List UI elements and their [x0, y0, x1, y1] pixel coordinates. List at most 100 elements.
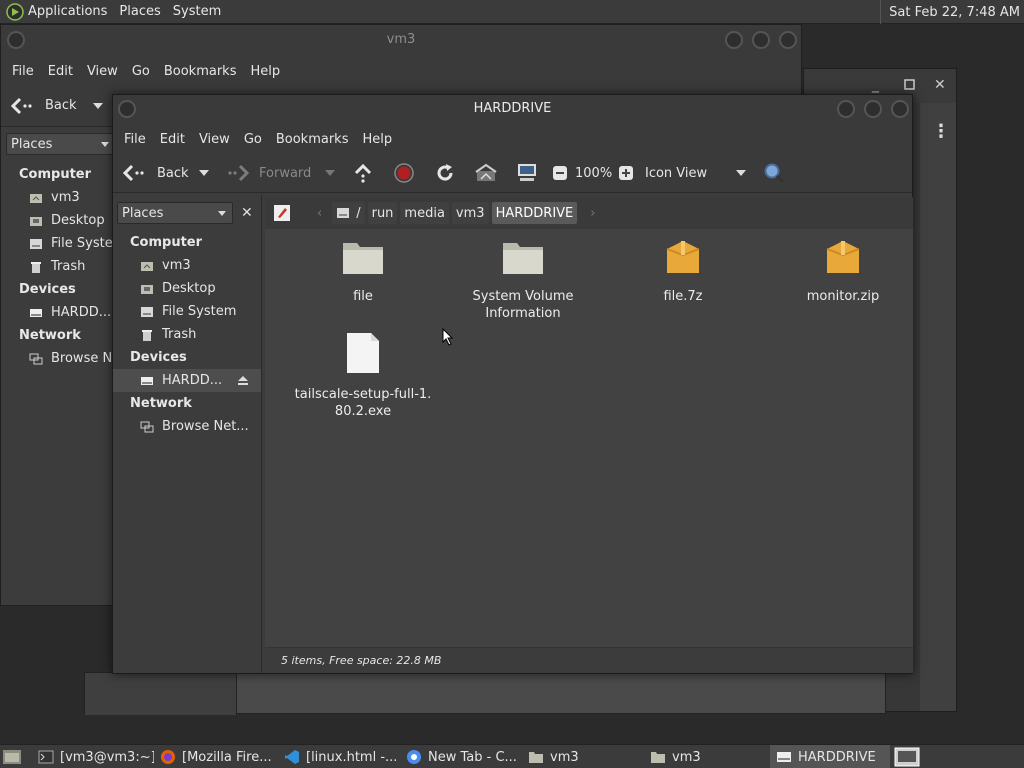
- more-options-icon[interactable]: ⋮: [932, 121, 950, 142]
- sidebar-item-desktop[interactable]: Desktop: [1, 209, 113, 232]
- clock[interactable]: Sat Feb 22, 7:48 AM: [880, 0, 1020, 24]
- menu-edit[interactable]: Edit: [41, 64, 80, 79]
- chevron-down-icon: [325, 170, 335, 176]
- view-mode-dropdown[interactable]: [736, 153, 746, 193]
- menu-help[interactable]: Help: [355, 132, 399, 147]
- maximize-icon[interactable]: [904, 78, 915, 94]
- reload-button[interactable]: [435, 153, 455, 193]
- menu-go[interactable]: Go: [125, 64, 157, 79]
- close-icon[interactable]: [779, 31, 797, 49]
- show-desktop-button[interactable]: [2, 745, 24, 768]
- computer-button[interactable]: [516, 153, 538, 193]
- path-root[interactable]: /: [332, 202, 365, 224]
- harddrive-titlebar[interactable]: HARDDRIVE: [113, 95, 912, 125]
- menu-file[interactable]: File: [5, 64, 41, 79]
- task-vscode[interactable]: [linux.html -...: [284, 745, 400, 768]
- places-menu[interactable]: Places: [113, 0, 166, 24]
- zoom-in-icon: [619, 166, 633, 180]
- task-harddrive[interactable]: HARDDRIVE: [770, 745, 890, 768]
- task-vm3-2[interactable]: vm3: [650, 745, 766, 768]
- sidebar-item-browse-network[interactable]: Browse Net...: [113, 415, 261, 438]
- up-arrow-icon: [354, 163, 372, 183]
- up-button[interactable]: [353, 153, 373, 193]
- sidebar-item-file-system[interactable]: File System: [113, 300, 261, 323]
- sidebar-item-file-system[interactable]: File System: [1, 232, 113, 255]
- back-button[interactable]: Back: [45, 98, 77, 113]
- edit-location-icon[interactable]: [273, 204, 291, 222]
- menu-file[interactable]: File: [117, 132, 153, 147]
- network-heading: Network: [19, 328, 81, 343]
- applications-menu[interactable]: Applications: [0, 0, 113, 24]
- system-menu[interactable]: System: [167, 0, 227, 24]
- menu-edit[interactable]: Edit: [153, 132, 192, 147]
- path-vm3[interactable]: vm3: [451, 202, 489, 224]
- file-item[interactable]: file.7z: [608, 237, 758, 305]
- forward-button[interactable]: Forward: [227, 153, 311, 193]
- eject-icon[interactable]: [237, 375, 249, 386]
- zoom-out-icon: [553, 166, 567, 180]
- file-item[interactable]: System Volume Information: [448, 237, 598, 322]
- sidebar-item-browse-network[interactable]: Browse Net: [1, 347, 113, 370]
- places-dropdown[interactable]: Places: [117, 202, 233, 224]
- file-item[interactable]: file: [288, 237, 438, 305]
- places-dropdown-label: Places: [11, 136, 53, 152]
- path-harddrive[interactable]: HARDDRIVE: [491, 202, 578, 224]
- window-menu-icon[interactable]: [7, 31, 25, 49]
- devices-heading: Devices: [19, 282, 76, 297]
- chevron-down-icon: [218, 211, 226, 216]
- menu-help[interactable]: Help: [243, 64, 287, 79]
- back-history-dropdown[interactable]: [199, 153, 209, 193]
- task-terminal[interactable]: [vm3@vm3:~]: [38, 745, 154, 768]
- task-vm3-1[interactable]: vm3: [528, 745, 644, 768]
- menu-bookmarks[interactable]: Bookmarks: [157, 64, 244, 79]
- menu-go[interactable]: Go: [237, 132, 269, 147]
- zoom-out-button[interactable]: [552, 153, 568, 193]
- close-icon[interactable]: [891, 100, 909, 118]
- minimize-icon[interactable]: [725, 31, 743, 49]
- places-dropdown[interactable]: Places: [6, 133, 116, 155]
- back-arrow-icon[interactable]: [11, 97, 33, 115]
- stop-button[interactable]: [394, 153, 414, 193]
- forward-history-dropdown[interactable]: [325, 153, 335, 193]
- sidebar-item-vm3[interactable]: vm3: [113, 254, 261, 277]
- sidebar-item-trash[interactable]: Trash: [1, 255, 113, 278]
- minimize-icon[interactable]: _: [872, 77, 879, 93]
- path-scroll-left-icon[interactable]: ‹: [317, 206, 322, 221]
- sidebar-item-trash[interactable]: Trash: [113, 323, 261, 346]
- terminal-icon: [38, 750, 54, 764]
- stop-icon: [394, 163, 414, 183]
- zoom-in-button[interactable]: [618, 153, 634, 193]
- minimize-icon[interactable]: [837, 100, 855, 118]
- workspace-switcher[interactable]: [894, 745, 922, 768]
- vm3-titlebar[interactable]: vm3: [1, 25, 801, 57]
- menu-view[interactable]: View: [80, 64, 125, 79]
- search-button[interactable]: [763, 153, 785, 193]
- maximize-icon[interactable]: [752, 31, 770, 49]
- home-button[interactable]: [475, 153, 497, 193]
- close-icon[interactable]: ✕: [934, 77, 946, 93]
- close-sidebar-icon[interactable]: ✕: [241, 205, 253, 221]
- path-scroll-right-icon[interactable]: ›: [590, 206, 595, 221]
- task-label: vm3: [550, 749, 579, 765]
- file-item[interactable]: monitor.zip: [768, 237, 918, 305]
- path-root-label: /: [356, 205, 361, 221]
- system-menu-label: System: [172, 4, 222, 19]
- task-firefox[interactable]: [Mozilla Fire...: [160, 745, 276, 768]
- sidebar-item-harddrive[interactable]: HARDD...: [113, 369, 261, 392]
- window-menu-icon[interactable]: [118, 100, 136, 118]
- view-mode-label: Icon View: [645, 165, 708, 181]
- file-view[interactable]: file System Volume Information file.7z m…: [265, 229, 913, 647]
- path-media[interactable]: media: [400, 202, 449, 224]
- menu-bookmarks[interactable]: Bookmarks: [269, 132, 356, 147]
- sidebar-item-vm3[interactable]: vm3: [1, 186, 113, 209]
- sidebar-item-desktop[interactable]: Desktop: [113, 277, 261, 300]
- task-chrome[interactable]: New Tab - C...: [406, 745, 522, 768]
- sidebar-item-harddrive[interactable]: HARDD...: [1, 301, 113, 324]
- back-button[interactable]: Back: [123, 153, 189, 193]
- back-history-dropdown[interactable]: [92, 102, 103, 109]
- path-run[interactable]: run: [367, 202, 398, 224]
- file-item[interactable]: tailscale-setup-full-1. 80.2.exe: [288, 331, 438, 420]
- maximize-icon[interactable]: [864, 100, 882, 118]
- view-mode-select[interactable]: Icon View: [645, 153, 707, 193]
- menu-view[interactable]: View: [192, 132, 237, 147]
